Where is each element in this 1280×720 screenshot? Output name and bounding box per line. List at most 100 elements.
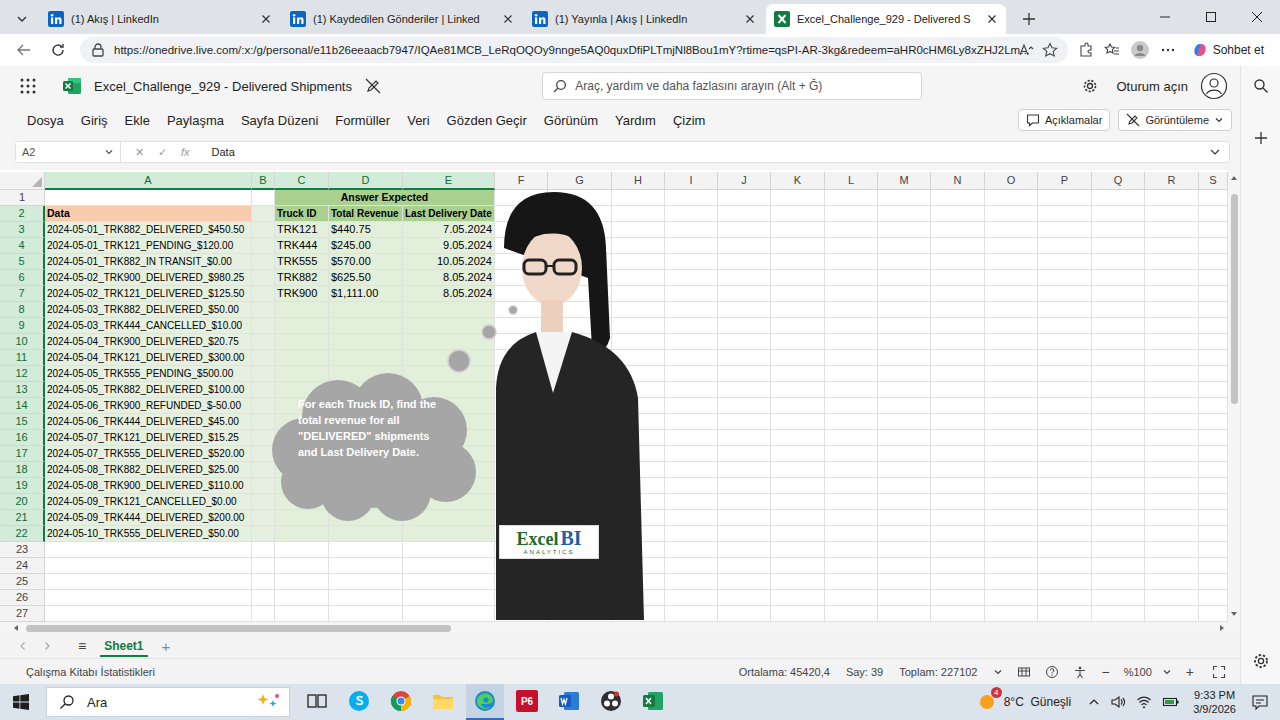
grid-cell[interactable] <box>931 414 985 430</box>
grid-cell[interactable] <box>275 510 329 526</box>
grid-cell[interactable] <box>252 494 275 510</box>
grid-cell[interactable] <box>825 398 878 414</box>
grid-cell[interactable] <box>1038 542 1092 558</box>
app-launcher-icon[interactable] <box>20 78 36 94</box>
row-header[interactable]: 19 <box>0 478 45 494</box>
grid-cell[interactable] <box>931 190 985 206</box>
grid-cell[interactable] <box>1038 254 1092 270</box>
grid-cell[interactable] <box>878 270 931 286</box>
grid-cell[interactable] <box>825 350 878 366</box>
taskbar-app[interactable]: P6 <box>508 684 546 720</box>
grid-cell[interactable] <box>825 494 878 510</box>
grid-cell[interactable] <box>1145 382 1199 398</box>
select-all-corner[interactable] <box>0 172 45 190</box>
grid-cell[interactable] <box>252 446 275 462</box>
data-cell[interactable]: 2024-05-05_TRK882_DELIVERED_$100.00 <box>45 382 252 398</box>
row-header[interactable]: 12 <box>0 366 45 382</box>
grid-cell[interactable] <box>771 494 825 510</box>
grid-cell[interactable] <box>718 334 771 350</box>
data-cell[interactable]: 2024-05-02_TRK121_DELIVERED_$125.50 <box>45 286 252 302</box>
taskbar-app[interactable] <box>550 684 588 720</box>
grid-cell[interactable] <box>931 446 985 462</box>
grid-cell[interactable] <box>252 222 275 238</box>
column-header[interactable]: G <box>548 172 612 190</box>
row-header[interactable]: 2 <box>0 206 45 222</box>
taskbar-app[interactable] <box>592 684 630 720</box>
close-window-button[interactable] <box>1234 0 1280 34</box>
grid-cell[interactable] <box>878 494 931 510</box>
grid-cell[interactable] <box>1145 270 1199 286</box>
insert-function-button[interactable]: fx <box>181 146 190 158</box>
row-header[interactable]: 20 <box>0 494 45 510</box>
browser-tab[interactable]: (1) Kaydedilen Gönderiler | Linked <box>282 4 522 34</box>
grid-cell[interactable] <box>931 494 985 510</box>
reload-button[interactable] <box>46 38 70 62</box>
row-header[interactable]: 11 <box>0 350 45 366</box>
settings-gear-icon[interactable] <box>1082 78 1098 94</box>
grid-cell[interactable] <box>329 558 403 574</box>
grid-cell[interactable] <box>252 190 275 206</box>
grid-cell[interactable] <box>665 542 718 558</box>
editing-disabled-icon[interactable] <box>364 77 382 95</box>
grid-cell[interactable] <box>931 574 985 590</box>
minimize-button[interactable] <box>1142 0 1188 34</box>
grid-cell[interactable] <box>665 254 718 270</box>
grid-cell[interactable] <box>931 286 985 302</box>
grid-cell[interactable] <box>771 542 825 558</box>
grid-cell[interactable] <box>403 334 495 350</box>
grid-cell[interactable] <box>718 494 771 510</box>
extensions-icon[interactable] <box>1078 42 1094 58</box>
answer-header-cell[interactable]: Truck ID <box>275 206 329 222</box>
data-cell[interactable]: 2024-05-01_TRK882_IN TRANSIT_$0.00 <box>45 254 252 270</box>
grid-cell[interactable] <box>329 334 403 350</box>
grid-cell[interactable] <box>985 350 1038 366</box>
vertical-scrollbar[interactable] <box>1228 170 1240 622</box>
row-header[interactable]: 22 <box>0 526 45 542</box>
grid-cell[interactable] <box>1038 558 1092 574</box>
data-cell[interactable]: 2024-05-03_TRK882_DELIVERED_$50.00 <box>45 302 252 318</box>
ribbon-tab[interactable]: Veri <box>407 113 429 128</box>
grid-cell[interactable] <box>612 286 665 302</box>
ribbon-tab[interactable]: Ekle <box>125 113 150 128</box>
grid-cell[interactable] <box>1145 334 1199 350</box>
grid-cell[interactable] <box>825 318 878 334</box>
grid-cell[interactable] <box>718 430 771 446</box>
grid-cell[interactable] <box>771 462 825 478</box>
grid-cell[interactable] <box>1038 270 1092 286</box>
grid-cell[interactable] <box>931 206 985 222</box>
ribbon-tab[interactable]: Formüller <box>335 113 390 128</box>
data-cell[interactable]: 2024-05-01_TRK882_DELIVERED_$450.50 <box>45 222 252 238</box>
grid-cell[interactable] <box>329 318 403 334</box>
answer-cell[interactable]: 8.05.2024 <box>403 270 495 286</box>
grid-cell[interactable] <box>1092 238 1145 254</box>
grid-cell[interactable] <box>1038 526 1092 542</box>
grid-cell[interactable] <box>985 286 1038 302</box>
grid-cell[interactable] <box>665 590 718 606</box>
grid-cell[interactable] <box>252 574 275 590</box>
grid-cell[interactable] <box>1038 574 1092 590</box>
grid-cell[interactable] <box>878 414 931 430</box>
row-header[interactable]: 1 <box>0 190 45 206</box>
grid-cell[interactable] <box>252 462 275 478</box>
grid-cell[interactable] <box>771 558 825 574</box>
grid-cell[interactable] <box>45 558 252 574</box>
grid-cell[interactable] <box>718 238 771 254</box>
grid-cell[interactable] <box>1199 558 1228 574</box>
column-header[interactable]: I <box>665 172 718 190</box>
grid-cell[interactable] <box>878 606 931 622</box>
grid-cell[interactable] <box>825 430 878 446</box>
grid-cell[interactable] <box>665 414 718 430</box>
grid-cell[interactable] <box>1092 286 1145 302</box>
grid-cell[interactable] <box>275 350 329 366</box>
workbook-statistics[interactable]: Çalışma Kitabı İstatistikleri <box>26 666 155 678</box>
row-header[interactable]: 5 <box>0 254 45 270</box>
status-stat[interactable]: Say: 39 <box>846 666 883 678</box>
grid-cell[interactable] <box>1199 478 1228 494</box>
clock[interactable]: 9:33 PM 3/9/2026 <box>1193 688 1236 716</box>
grid-cell[interactable] <box>1199 366 1228 382</box>
grid-cell[interactable] <box>403 366 495 382</box>
grid-cell[interactable] <box>665 206 718 222</box>
grid-cell[interactable] <box>665 190 718 206</box>
answer-cell[interactable]: TRK882 <box>275 270 329 286</box>
grid-cell[interactable] <box>878 286 931 302</box>
